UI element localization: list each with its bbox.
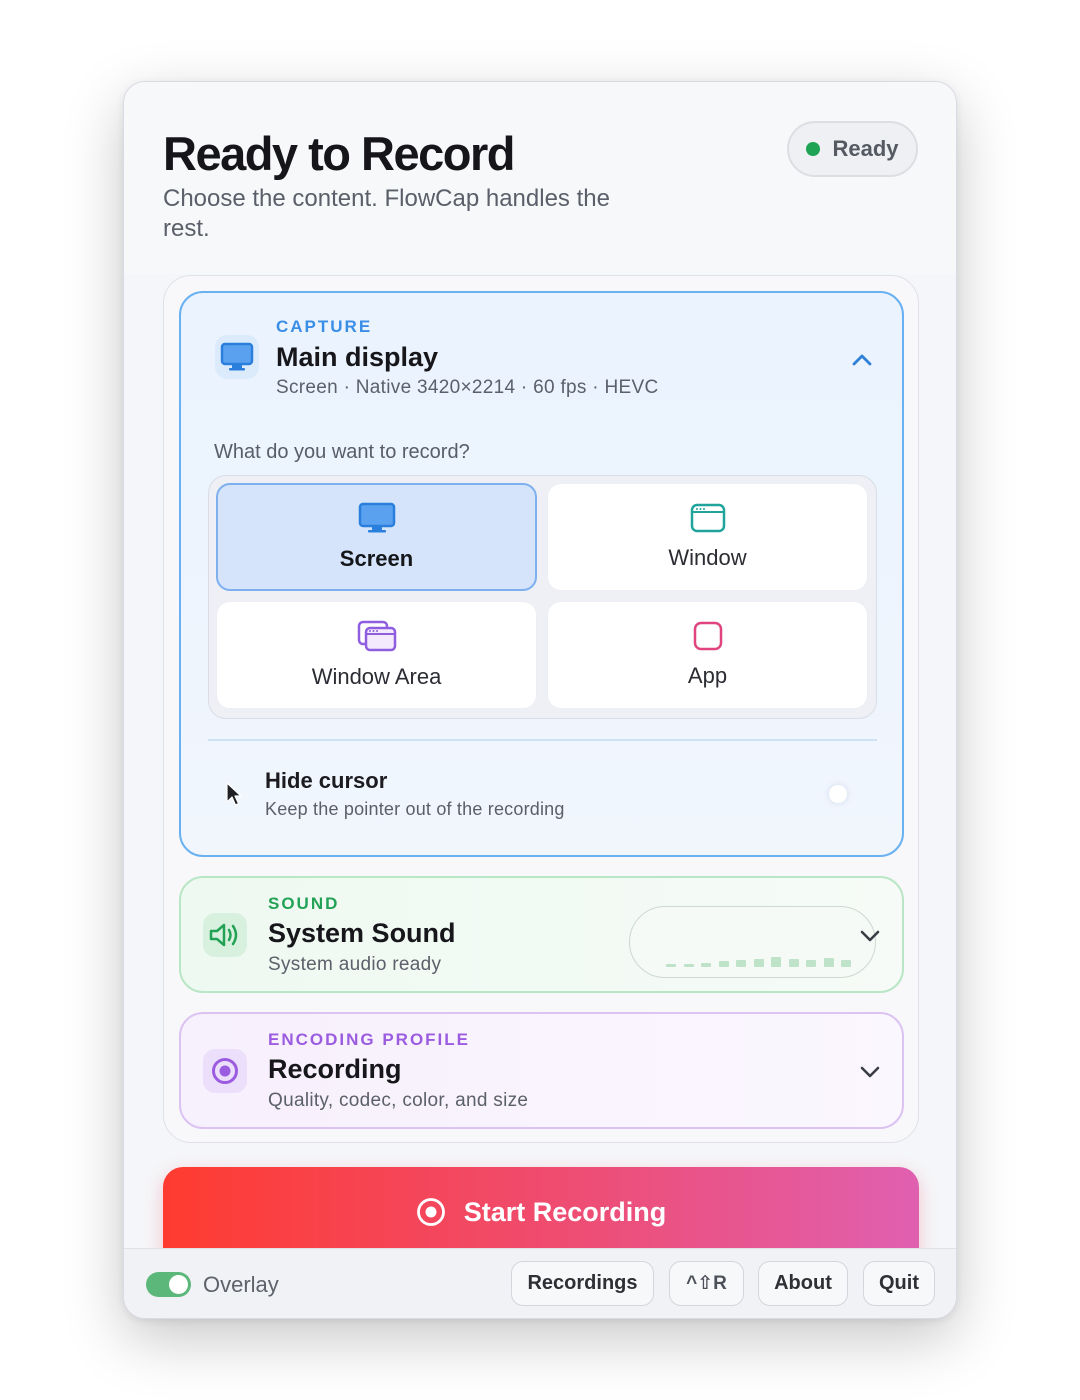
mode-screen-label: Screen <box>339 546 414 571</box>
sound-subtitle: System audio ready <box>268 954 442 975</box>
capture-mode-grid: Screen Window Window Area App <box>208 475 877 719</box>
settings-panel: CAPTURE Main display Screen · Native 342… <box>163 275 919 1143</box>
capture-question: What do you want to record? <box>214 441 470 463</box>
start-recording-label: Start Recording <box>463 1197 667 1227</box>
record-target-icon <box>203 1049 247 1093</box>
audio-level-bar <box>736 960 746 967</box>
mode-window-area-label: Window Area <box>311 664 442 689</box>
mode-window-tile[interactable]: Window <box>547 483 868 591</box>
monitor-icon <box>358 502 395 533</box>
encoding-eyebrow: ENCODING PROFILE <box>268 1030 471 1049</box>
mode-window-label: Window <box>668 545 747 570</box>
recordings-button[interactable]: Recordings <box>511 1261 654 1306</box>
about-button[interactable]: About <box>758 1261 848 1306</box>
capture-eyebrow: CAPTURE <box>276 317 373 336</box>
audio-level-bar <box>701 963 711 967</box>
hide-cursor-subtitle: Keep the pointer out of the recording <box>265 799 565 819</box>
quit-button[interactable]: Quit <box>863 1261 935 1306</box>
speaker-icon <box>203 913 247 957</box>
sound-eyebrow: SOUND <box>268 894 340 913</box>
audio-level-bar <box>683 964 694 967</box>
record-icon <box>416 1198 445 1226</box>
divider <box>208 739 877 741</box>
audio-level-bar <box>823 958 834 967</box>
chevron-down-icon[interactable] <box>858 1060 882 1084</box>
status-badge: Ready <box>787 121 918 177</box>
app-icon <box>693 621 722 651</box>
audio-level-bar <box>806 960 816 967</box>
sound-card[interactable]: SOUND System Sound System audio ready <box>179 876 904 993</box>
audio-level-bar <box>771 957 781 967</box>
status-dot-icon <box>806 142 821 156</box>
cursor-icon <box>226 782 242 806</box>
audio-level-bar <box>718 961 729 967</box>
mode-app-tile[interactable]: App <box>547 601 868 709</box>
encoding-card[interactable]: ENCODING PROFILE Recording Quality, code… <box>179 1012 904 1129</box>
footer-bar: Overlay Recordings ^⇧R About Quit <box>124 1248 956 1318</box>
encoding-title: Recording <box>268 1054 402 1084</box>
header: Ready to Record Choose the content. Flow… <box>124 82 956 274</box>
sound-title: System Sound <box>268 918 456 948</box>
monitor-icon <box>215 335 259 379</box>
overlay-label: Overlay <box>203 1272 279 1297</box>
page-subtitle: Choose the content. FlowCap handles the … <box>163 185 610 242</box>
app-window: Ready to Record Choose the content. Flow… <box>123 81 957 1319</box>
audio-level-bar <box>788 959 799 967</box>
capture-title: Main display <box>276 342 439 372</box>
chevron-up-icon[interactable] <box>850 348 874 372</box>
audio-level-bar <box>666 964 676 967</box>
audio-level-bar <box>753 959 764 967</box>
audio-level-meter <box>629 906 876 978</box>
capture-subtitle: Screen · Native 3420×2214 · 60 fps · HEV… <box>276 377 659 398</box>
capture-card: CAPTURE Main display Screen · Native 342… <box>179 291 904 857</box>
window-area-icon <box>357 620 396 652</box>
shortcut-badge: ^⇧R <box>669 1261 744 1306</box>
mode-screen-tile[interactable]: Screen <box>216 483 537 591</box>
hide-cursor-title: Hide cursor <box>265 768 388 793</box>
overlay-toggle[interactable] <box>146 1272 191 1297</box>
encoding-subtitle: Quality, codec, color, and size <box>268 1090 529 1111</box>
chevron-down-icon[interactable] <box>858 924 882 948</box>
audio-level-bar <box>841 960 851 967</box>
start-recording-button[interactable]: Start Recording <box>163 1167 919 1257</box>
mode-window-area-tile[interactable]: Window Area <box>216 601 537 709</box>
mode-app-label: App <box>687 663 728 688</box>
hide-cursor-toggle[interactable] <box>829 785 847 803</box>
status-label: Ready <box>832 136 899 161</box>
page-title: Ready to Record <box>163 127 515 180</box>
window-icon <box>690 503 725 533</box>
